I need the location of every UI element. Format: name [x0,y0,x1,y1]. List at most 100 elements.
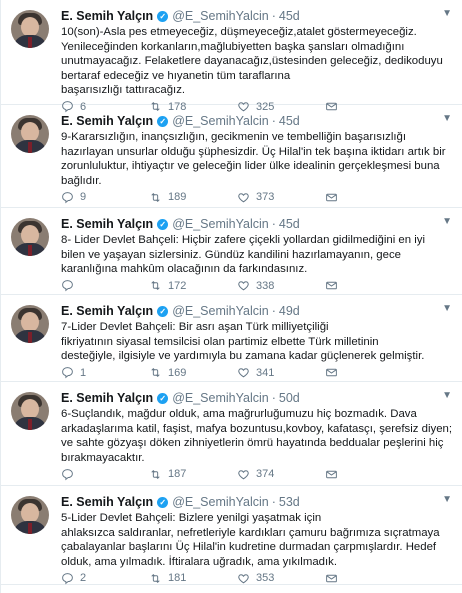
direct-message-button[interactable] [325,191,365,204]
tweet-text: 5-Lider Devlet Bahçeli: Bizlere yenilgi … [61,511,452,569]
author-name[interactable]: E. Semih Yalçın [61,391,153,405]
like-button[interactable]: 373 [237,191,325,204]
tweet-text-line: olduk, ama yılmadık. İftiralara uğradık,… [61,555,338,568]
chevron-down-icon[interactable]: ▼ [442,390,452,401]
author-name[interactable]: E. Semih Yalçın [61,304,153,318]
tweet[interactable]: ▼ E. Semih Yalçın ✓ @E_SemihYalcin · 53d… [1,486,462,585]
tweet-timestamp[interactable]: 45d [279,217,300,231]
reply-icon [62,469,73,481]
separator-dot: · [271,495,276,509]
like-button[interactable]: 338 [237,279,325,292]
like-button[interactable]: 353 [237,572,325,585]
tweet-text-line: bertaraf edeceğiz ve hıyanetin tüm taraf… [61,69,291,82]
author-name[interactable]: E. Semih Yalçın [61,495,153,509]
chevron-down-icon[interactable]: ▼ [442,8,452,19]
tweet-text-line: fikriyatının siyasal temsilcisi olan par… [61,335,379,348]
tweet-header: E. Semih Yalçın ✓ @E_SemihYalcin · 49d [61,303,452,319]
verified-badge-icon: ✓ [157,496,169,508]
avatar[interactable] [11,305,49,343]
like-icon [238,193,249,203]
separator-dot: · [271,391,276,405]
tweet-actions: 172 338 [61,277,452,295]
author-handle[interactable]: @E_SemihYalcin [172,9,269,23]
direct-message-button[interactable] [325,366,365,379]
tweet-actions: 1 169 341 [61,364,452,382]
tweet-text-line: 9-Kararsızlığın, inançsızlığın, gecikmen… [61,131,407,143]
retweet-button[interactable]: 172 [149,279,237,292]
author-name[interactable]: E. Semih Yalçın [61,114,153,128]
reply-button[interactable]: 2 [61,572,149,585]
reply-icon [62,573,73,585]
retweet-icon [151,573,160,583]
retweet-button[interactable]: 181 [149,572,237,585]
retweet-button[interactable]: 189 [149,191,237,204]
verified-badge-icon: ✓ [157,392,169,404]
tweet[interactable]: ▼ E. Semih Yalçın ✓ @E_SemihYalcin · 45d… [1,0,462,113]
mail-icon [326,369,337,377]
chevron-down-icon[interactable]: ▼ [442,494,452,505]
avatar[interactable] [11,496,49,534]
tweet-header: E. Semih Yalçın ✓ @E_SemihYalcin · 45d [61,216,452,232]
reply-button[interactable] [61,279,149,292]
avatar[interactable] [11,10,49,48]
like-button[interactable]: 374 [237,468,325,481]
tweet-text-line: Yenileceğinden korkanların,mağlubiyetten… [61,40,405,53]
author-handle[interactable]: @E_SemihYalcin [172,114,269,128]
tweet-timestamp[interactable]: 49d [279,304,300,318]
mail-icon [326,574,337,583]
reply-count: 2 [80,572,87,585]
chevron-down-icon[interactable]: ▼ [442,216,452,227]
author-handle[interactable]: @E_SemihYalcin [172,304,269,318]
author-handle[interactable]: @E_SemihYalcin [172,391,269,405]
author-handle[interactable]: @E_SemihYalcin [172,217,269,231]
chevron-down-icon[interactable]: ▼ [442,113,452,124]
tweet-actions: 9 189 373 [61,188,452,206]
reply-button[interactable] [61,468,149,481]
tweet-text: 8- Lider Devlet Bahçeli: Hiçbir zafere ç… [61,233,452,277]
tweet-text-line: ve sahte gözyaşı döken zihniyetlerin ömr… [61,437,444,450]
like-icon [238,368,249,378]
verified-badge-icon: ✓ [157,218,169,230]
reply-icon [62,280,73,292]
tweet[interactable]: ▼ E. Semih Yalçın ✓ @E_SemihYalcin · 49d… [1,295,462,382]
retweet-count: 181 [168,572,187,585]
separator-dot: · [271,304,276,318]
retweet-count: 172 [168,279,187,292]
reply-button[interactable]: 9 [61,191,149,204]
retweet-icon [151,192,160,202]
reply-button[interactable]: 1 [61,366,149,379]
avatar[interactable] [11,218,49,256]
direct-message-button[interactable] [325,468,365,481]
tweet-timestamp[interactable]: 45d [279,114,300,128]
author-name[interactable]: E. Semih Yalçın [61,217,153,231]
tweet-timestamp[interactable]: 53d [279,495,300,509]
chevron-down-icon[interactable]: ▼ [442,303,452,314]
tweet-timestamp[interactable]: 50d [279,391,300,405]
tweet-timestamp[interactable]: 45d [279,9,300,23]
retweet-button[interactable]: 169 [149,366,237,379]
retweet-button[interactable]: 187 [149,468,237,481]
like-count: 338 [256,279,275,292]
tweet-header: E. Semih Yalçın ✓ @E_SemihYalcin · 45d [61,8,452,24]
separator-dot: · [271,217,276,231]
direct-message-button[interactable] [325,572,365,585]
direct-message-button[interactable] [325,279,365,292]
author-handle[interactable]: @E_SemihYalcin [172,495,269,509]
retweet-count: 169 [168,366,187,379]
reply-count: 1 [80,366,87,379]
tweet[interactable]: ▼ E. Semih Yalçın ✓ @E_SemihYalcin · 45d… [1,105,462,208]
tweet-text-line: hazırlayan unsurlar olduğu şüphesizdir. … [61,145,446,158]
tweet[interactable]: ▼ E. Semih Yalçın ✓ @E_SemihYalcin · 45d… [1,208,462,295]
avatar[interactable] [11,115,49,153]
author-name[interactable]: E. Semih Yalçın [61,9,153,23]
verified-badge-icon: ✓ [157,305,169,317]
separator-dot: · [271,9,276,23]
tweet[interactable]: ▼ E. Semih Yalçın ✓ @E_SemihYalcin · 50d… [1,382,462,486]
like-icon [238,470,249,480]
mail-icon [326,282,337,290]
tweet-text-line: bağlıdır. [61,174,102,187]
avatar[interactable] [11,392,49,430]
like-button[interactable]: 341 [237,366,325,379]
like-count: 341 [256,366,275,379]
tweet-text: 9-Kararsızlığın, inançsızlığın, gecikmen… [61,130,452,188]
